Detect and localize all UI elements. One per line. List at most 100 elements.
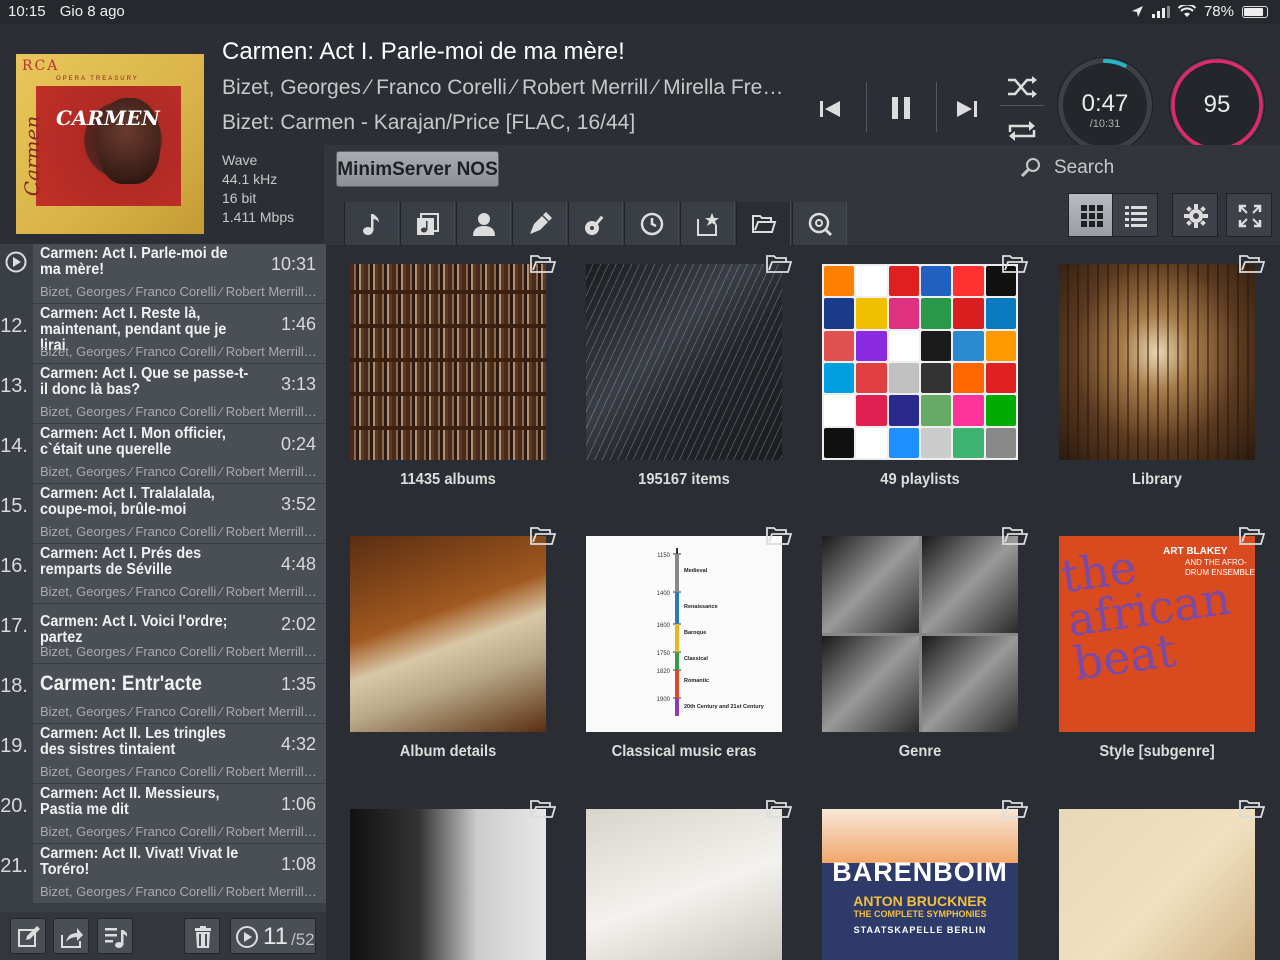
queue-item-number: 14.	[0, 435, 28, 457]
tab-recent[interactable]	[624, 202, 679, 245]
queue-item[interactable]: Carmen: Act I. Parle-moi de ma mère! 10:3…	[0, 244, 326, 304]
tab-albums[interactable]	[400, 202, 455, 245]
queue-item-title: Carmen: Act II. Messieurs, Pastia me dit	[40, 785, 220, 818]
queue-item-duration: 3:52	[280, 494, 316, 514]
save-playlist-button[interactable]	[97, 918, 133, 954]
tile-artwork	[350, 809, 546, 960]
queue-item-duration: 1:06	[280, 794, 316, 814]
queue-item[interactable]: 18. Carmen: Entr'acte 1:35 Bizet, Georges ⁄…	[0, 664, 326, 724]
queue-item[interactable]: 16. Carmen: Act I. Prés des remparts de S…	[0, 544, 326, 604]
queue-item[interactable]: 14. Carmen: Act I. Mon officier, c`était …	[0, 424, 326, 484]
trash-icon	[195, 926, 211, 948]
queue-item-artists: Bizet, Georges ⁄ Franco Corelli ⁄ Robert…	[40, 404, 320, 419]
queue-item[interactable]: 19. Carmen: Act II. Les tringles des sist…	[0, 724, 326, 784]
now-playing-icon	[5, 251, 27, 273]
queue-item-artists: Bizet, Georges ⁄ Franco Corelli ⁄ Robert…	[40, 284, 320, 299]
tab-genres[interactable]	[568, 202, 623, 245]
playlist-icon	[105, 928, 128, 948]
barenboim-line1: ANTON BRUCKNER	[853, 893, 987, 909]
next-track-button[interactable]	[950, 94, 982, 124]
folder-icon	[766, 527, 792, 545]
repeat-icon[interactable]	[1005, 118, 1039, 144]
tab-artists[interactable]	[456, 202, 511, 245]
wifi-icon	[1177, 5, 1196, 17]
tab-favorites[interactable]	[680, 202, 735, 245]
volume-dial[interactable]: 95	[1170, 58, 1264, 152]
queue-item[interactable]: 12. Carmen: Act I. Reste là, maintenant, …	[0, 304, 326, 364]
audio-format: Wave 44.1 kHz 16 bit 1.411 Mbps	[222, 151, 294, 227]
album-icon	[417, 213, 439, 235]
queue-item-title: Carmen: Act II. Les tringles des sistres…	[40, 725, 226, 758]
cover-series: OPERA TREASURY	[56, 76, 139, 82]
queue-item-duration: 2:02	[280, 614, 316, 634]
queue-position-button[interactable]: 11 /52	[230, 918, 316, 954]
style-art-title: the african beat	[1059, 539, 1234, 691]
queue-item[interactable]: 20. Carmen: Act II. Messieurs, Pastia me …	[0, 784, 326, 844]
svg-text:1900: 1900	[657, 697, 671, 703]
folder-icon	[1002, 527, 1028, 545]
queue-item-number: 21.	[0, 855, 28, 877]
queue-item[interactable]: 21. Carmen: Act II. Vivat! Vivat le Torér…	[0, 844, 326, 904]
tab-tracks[interactable]	[344, 202, 399, 245]
queue-item-duration: 1:35	[280, 674, 316, 694]
guitar-icon	[585, 215, 604, 235]
svg-text:Classical: Classical	[684, 656, 708, 662]
svg-text:Renaissance: Renaissance	[684, 604, 718, 610]
queue-item-title: Carmen: Act I. Mon officier, c`était une…	[40, 425, 226, 458]
tab-composers[interactable]	[512, 202, 567, 245]
cover-title: CARMEN	[56, 106, 160, 130]
queue-item[interactable]: 15. Carmen: Act I. Tralalalala, coupe-moi…	[0, 484, 326, 544]
clear-queue-button[interactable]	[184, 918, 220, 954]
shuffle-icon[interactable]	[1005, 74, 1039, 100]
search-icon[interactable]	[1018, 157, 1044, 179]
tile-artwork	[350, 264, 546, 460]
tile-artwork	[822, 264, 1018, 460]
queue-item-title: Carmen: Act I. Voici l'ordre; partez	[40, 613, 228, 646]
grid-view-button[interactable]	[1068, 193, 1114, 237]
format-samplerate: 44.1 kHz	[222, 171, 278, 187]
search-input[interactable]: Search	[1054, 157, 1114, 179]
fullscreen-button[interactable]	[1226, 193, 1272, 237]
queue-item-card: Carmen: Act I. Parle-moi de ma mère! 10:3…	[33, 244, 326, 303]
settings-button[interactable]	[1172, 193, 1218, 237]
fullscreen-icon	[1238, 204, 1262, 228]
svg-text:Medieval: Medieval	[684, 568, 708, 574]
queue-item[interactable]: 17. Carmen: Act I. Voici l'ordre; partez 2…	[0, 604, 326, 664]
composer-pen-icon	[530, 212, 552, 234]
time-dial[interactable]: 0:47 /10:31	[1058, 58, 1152, 152]
server-select-button[interactable]: MinimServer NOS	[336, 151, 499, 187]
location-icon	[1131, 6, 1143, 17]
queue-item[interactable]: 13. Carmen: Act I. Que se passe-t-il donc…	[0, 364, 326, 424]
queue-item-artists: Bizet, Georges ⁄ Franco Corelli ⁄ Robert…	[40, 644, 320, 659]
edit-icon	[18, 926, 40, 947]
svg-text:1820: 1820	[657, 669, 671, 675]
tab-folders[interactable]	[736, 202, 791, 245]
status-date: Gio 8 ago	[59, 3, 125, 20]
folder-icon	[530, 527, 556, 545]
queue-item-title: Carmen: Act I. Que se passe-t-il donc là…	[40, 365, 249, 398]
track-album: Bizet: Carmen - Karajan/Price [FLAC, 16/…	[222, 111, 636, 134]
queue-item-duration: 3:13	[280, 374, 316, 394]
battery-percent: 78%	[1203, 3, 1234, 20]
play-queue: Carmen: Act I. Parle-moi de ma mère! 10:3…	[0, 244, 326, 912]
svg-text:1150: 1150	[657, 553, 671, 559]
pause-button[interactable]	[884, 90, 918, 126]
queue-item-card: Carmen: Act I. Que se passe-t-il donc là…	[33, 364, 326, 423]
share-queue-button[interactable]	[53, 918, 89, 954]
folder-icon	[1002, 255, 1028, 273]
clock-icon	[640, 212, 664, 236]
music-note-icon	[363, 214, 379, 235]
edit-queue-button[interactable]	[10, 918, 46, 954]
queue-item-artists: Bizet, Georges ⁄ Franco Corelli ⁄ Robert…	[40, 764, 320, 779]
eras-timeline: 1150 1400 1600 1750 1820 1900 Medieval Renaissa…	[657, 548, 765, 716]
album-cover[interactable]: RCA OPERA TREASURY CARMEN Carmen	[16, 54, 204, 234]
format-bitrate: 1.411 Mbps	[222, 209, 295, 225]
previous-track-button[interactable]	[815, 94, 847, 124]
tab-search-library[interactable]	[792, 202, 847, 245]
tile-artwork	[586, 809, 782, 960]
queue-item-card: Carmen: Act I. Voici l'ordre; partez 2:02…	[33, 604, 326, 663]
gear-icon	[1184, 204, 1208, 228]
format-bitdepth: 16 bit	[222, 190, 257, 206]
list-view-button[interactable]	[1112, 193, 1158, 237]
grid-icon	[1081, 205, 1103, 227]
